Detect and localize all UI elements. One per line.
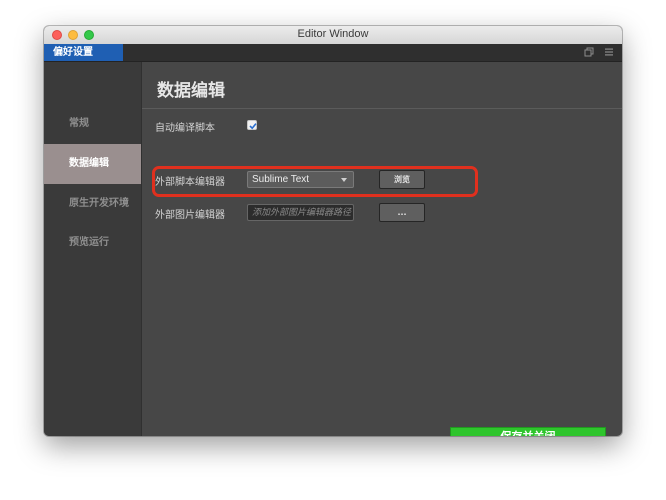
main-content: 数据编辑 自动编译脚本 外部脚本编辑器 Sublime Text 浏览 外部图片…: [142, 62, 622, 436]
save-and-close-button[interactable]: 保存并关闭: [450, 427, 606, 436]
tab-preferences[interactable]: 偏好设置: [44, 44, 123, 61]
auto-compile-checkbox[interactable]: [247, 120, 257, 130]
script-editor-selected-value: Sublime Text: [252, 174, 310, 185]
dropdown-arrow-icon: [341, 178, 347, 182]
restore-window-icon[interactable]: [584, 47, 594, 60]
browse-button[interactable]: 浏览: [379, 170, 425, 189]
script-editor-label: 外部脚本编辑器: [155, 177, 225, 188]
script-editor-row: 外部脚本编辑器 Sublime Text 浏览: [142, 167, 622, 193]
checkmark-icon: [249, 123, 257, 130]
title-divider: [142, 108, 622, 109]
image-editor-path-input[interactable]: 添加外部图片编辑器路径: [247, 204, 354, 221]
editor-window: Editor Window 偏好设置 常规 数据编辑 原生开发环境 预览运行 数…: [44, 26, 622, 436]
image-editor-row: 外部图片编辑器 添加外部图片编辑器路径 ...: [142, 200, 622, 226]
sidebar: 常规 数据编辑 原生开发环境 预览运行: [44, 62, 142, 436]
title-bar: Editor Window: [44, 26, 622, 45]
sidebar-item-preview-run[interactable]: 预览运行: [44, 223, 141, 263]
sidebar-item-native-dev-env[interactable]: 原生开发环境: [44, 184, 141, 224]
tab-bar: 偏好设置: [44, 44, 622, 62]
image-editor-browse-button[interactable]: ...: [379, 203, 425, 222]
script-editor-select[interactable]: Sublime Text: [247, 171, 354, 188]
auto-compile-label: 自动编译脚本: [155, 123, 215, 134]
sidebar-item-general[interactable]: 常规: [44, 104, 141, 144]
auto-compile-row: 自动编译脚本: [142, 112, 622, 138]
hamburger-menu-icon[interactable]: [604, 47, 614, 60]
window-title: Editor Window: [297, 28, 369, 40]
page-title: 数据编辑: [157, 81, 225, 101]
sidebar-item-data-editing[interactable]: 数据编辑: [44, 144, 141, 184]
image-editor-label: 外部图片编辑器: [155, 210, 225, 221]
